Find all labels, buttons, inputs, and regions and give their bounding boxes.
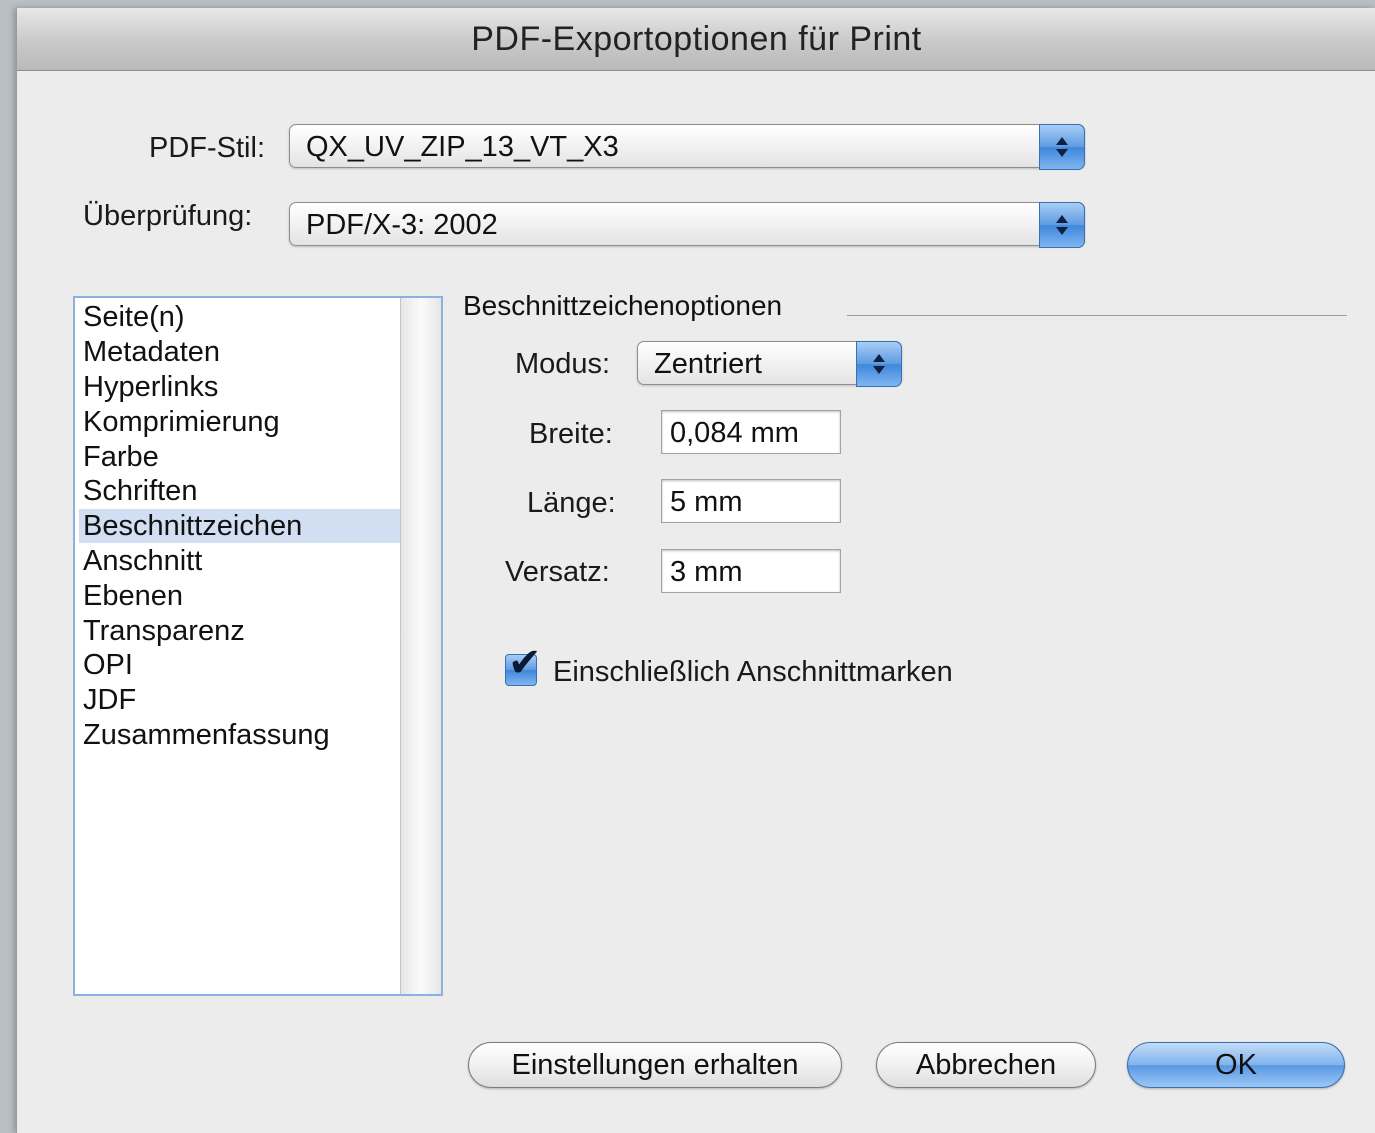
pdf-style-select[interactable]: QX_UV_ZIP_13_VT_X3 [289,124,1085,170]
width-input[interactable]: 0,084 mm [661,410,841,454]
section-title: Beschnittzeichenoptionen [463,290,783,321]
select-stepper-icon [1039,124,1085,170]
list-item[interactable]: Ebenen [79,579,405,613]
check-select[interactable]: PDF/X-3: 2002 [289,202,1085,248]
pdf-style-label: PDF-Stil: [149,132,265,164]
check-value: PDF/X-3: 2002 [306,209,498,241]
list-scrollbar[interactable] [400,298,441,994]
length-label: Länge: [527,487,616,519]
select-stepper-icon [856,341,902,387]
section-divider [847,315,1347,316]
list-item[interactable]: Schriften [79,474,405,508]
export-dialog: PDF-Exportoptionen für Print PDF-Stil: Q… [16,8,1375,1133]
list-item[interactable]: Transparenz [79,614,405,648]
list-item[interactable]: JDF [79,683,405,717]
list-item[interactable]: Komprimierung [79,405,405,439]
list-item[interactable]: Zusammenfassung [79,718,405,752]
offset-input[interactable]: 3 mm [661,549,841,593]
ok-button[interactable]: OK [1127,1042,1345,1088]
list-item[interactable]: Metadaten [79,335,405,369]
cancel-button[interactable]: Abbrechen [876,1042,1096,1088]
list-item[interactable]: Anschnitt [79,544,405,578]
list-item[interactable]: Farbe [79,440,405,474]
check-label: Überprüfung: [83,200,253,232]
checkmark-icon: ✔ [508,641,542,685]
list-item-selected[interactable]: Beschnittzeichen [79,509,405,543]
mode-label: Modus: [515,348,611,380]
select-stepper-icon [1039,202,1085,248]
keep-settings-button[interactable]: Einstellungen erhalten [468,1042,842,1088]
length-input[interactable]: 5 mm [661,479,841,523]
include-bleed-label[interactable]: Einschließlich Anschnittmarken [553,656,953,689]
list-item[interactable]: Hyperlinks [79,370,405,404]
list-item[interactable]: OPI [79,648,405,682]
include-bleed-checkbox[interactable]: ✔ [505,643,542,686]
offset-label: Versatz: [505,556,610,588]
category-list: Seite(n) Metadaten Hyperlinks Komprimier… [73,296,443,996]
pdf-style-value: QX_UV_ZIP_13_VT_X3 [306,131,619,163]
dialog-title: PDF-Exportoptionen für Print [17,8,1375,71]
mode-value: Zentriert [654,348,762,380]
width-label: Breite: [529,418,613,450]
list-item[interactable]: Seite(n) [79,300,405,334]
mode-select[interactable]: Zentriert [637,341,902,387]
